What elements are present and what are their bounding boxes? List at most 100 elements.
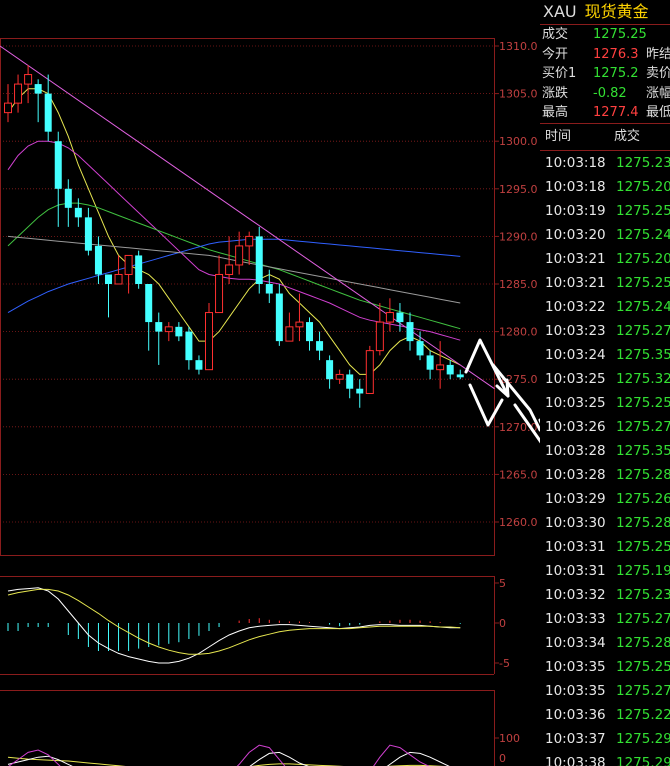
tick-price: 1275.35: [616, 346, 670, 363]
tick-row: 10:03:25 1275.25: [540, 391, 670, 415]
quote-row: 涨跌 -0.82 涨幅: [540, 84, 670, 104]
candle: [326, 355, 334, 389]
tick-time: 10:03:35: [545, 658, 606, 675]
tick-row: 10:03:20 1275.24: [540, 223, 670, 247]
quote-label-2: 最低: [646, 105, 670, 120]
candle: [225, 236, 234, 284]
tick-price: 1275.25: [616, 394, 670, 411]
ma-line-ma-blue: [7, 238, 461, 314]
tick-row: 10:03:34 1275.28: [540, 631, 670, 655]
tick-row: 10:03:35 1275.27: [540, 679, 670, 703]
candle-body: [44, 93, 52, 132]
tick-price: 1275.28: [616, 514, 670, 531]
quote-value: -0.82: [593, 85, 627, 101]
candle-body: [385, 312, 394, 323]
candle: [215, 255, 224, 314]
quote-label: 涨跌: [542, 85, 569, 101]
candle: [24, 65, 33, 104]
tick-time: 10:03:38: [545, 754, 606, 766]
candle: [335, 369, 344, 384]
tick-row: 10:03:33 1275.27: [540, 607, 670, 631]
candle-body: [456, 374, 464, 378]
quote-label-2: 卖价: [646, 66, 670, 81]
ticks-header-price: 成交: [614, 128, 641, 144]
tick-price: 1275.20: [616, 178, 670, 195]
candle-body: [365, 350, 374, 394]
tick-list[interactable]: 10:03:18 1275.23 10:03:18 1275.20 10:03:19 12…: [540, 151, 670, 766]
quote-summary: 成交 1275.25 今开 1276.3 昨结 买价1 1275.2 卖价 涨跌 -0.82 涨幅最…: [540, 25, 670, 123]
macd-axis: 5 0 -5: [494, 577, 510, 670]
tick-time: 10:03:37: [545, 730, 606, 747]
candle-body: [164, 326, 173, 333]
candle: [426, 350, 434, 380]
candle-body: [195, 360, 203, 370]
candle: [84, 207, 92, 256]
candle: [155, 312, 163, 365]
candle: [195, 355, 203, 375]
price-tick-label: 1260.0: [499, 516, 538, 529]
price-tick-label: 1285.0: [499, 278, 538, 291]
candle: [356, 379, 364, 408]
quote-label: 成交: [542, 27, 569, 42]
tick-time: 10:03:24: [545, 346, 606, 363]
candle-body: [335, 373, 344, 380]
tick-price: 1275.20: [616, 250, 670, 267]
tick-time: 10:03:33: [545, 610, 606, 627]
chart-frame: [0, 38, 495, 766]
candle-body: [4, 102, 12, 114]
price-axis: 1310.0 1305.0 1300.0 1295.0 1290.0 1285.0 1280…: [494, 40, 538, 529]
quote-row: 成交 1275.25: [540, 25, 670, 45]
tick-row: 10:03:38 1275.29: [540, 751, 670, 766]
candle: [396, 303, 404, 332]
tick-time: 10:03:35: [545, 682, 606, 699]
tick-row: 10:03:22 1275.24: [540, 295, 670, 319]
candle-body: [375, 321, 384, 352]
macd-panel: [7, 587, 461, 664]
kline-chart-area[interactable]: 1310.0 1305.0 1300.0 1295.0 1290.0 1285.0 1280…: [0, 0, 540, 766]
osc-tick-label: 100: [499, 732, 520, 745]
candle: [124, 254, 133, 294]
instrument-header[interactable]: XAU 现货黄金: [540, 0, 670, 25]
candle-body: [14, 83, 23, 104]
candle: [185, 326, 193, 370]
tick-row: 10:03:35 1275.25: [540, 655, 670, 679]
candle-body: [145, 284, 153, 323]
candle-body: [84, 217, 92, 251]
candle-body: [54, 141, 62, 189]
candle-body: [114, 273, 123, 285]
tick-price: 1275.23: [616, 586, 670, 603]
tick-row: 10:03:18 1275.20: [540, 175, 670, 199]
tick-row: 10:03:30 1275.28: [540, 511, 670, 535]
tick-price: 1275.24: [616, 298, 670, 315]
tick-price: 1275.27: [616, 322, 670, 339]
candle: [235, 231, 244, 275]
tick-time: 10:03:18: [545, 154, 606, 171]
ticks-header: 时间 成交: [540, 122, 670, 151]
tick-time: 10:03:31: [545, 562, 606, 579]
candle-body: [285, 326, 294, 342]
candle: [406, 312, 414, 351]
quote-label-2: 涨幅: [646, 85, 670, 101]
candle-body: [265, 284, 273, 294]
candle: [245, 231, 254, 265]
oscillator-axis: 100 0: [494, 732, 520, 765]
oscillator-panel: [7, 744, 450, 766]
tick-row: 10:03:28 1275.35: [540, 439, 670, 463]
tick-time: 10:03:34: [545, 634, 606, 651]
price-gridlines: [0, 45, 494, 523]
tick-price: 1275.27: [616, 610, 670, 627]
price-tick-label: 1295.0: [499, 183, 538, 196]
candle: [54, 131, 62, 227]
tick-time: 10:03:26: [545, 418, 606, 435]
macd-tick-label: -5: [499, 657, 510, 670]
candle-body: [74, 207, 82, 218]
tick-time: 10:03:20: [545, 226, 606, 243]
tick-time: 10:03:18: [545, 178, 606, 195]
tick-time: 10:03:19: [545, 202, 606, 219]
quote-label: 买价1: [542, 66, 577, 81]
quote-value: 1276.3: [593, 46, 639, 62]
price-tick-label: 1280.0: [499, 326, 538, 339]
tick-price: 1275.28: [616, 634, 670, 651]
candle: [135, 250, 143, 289]
candle-body: [396, 312, 404, 323]
